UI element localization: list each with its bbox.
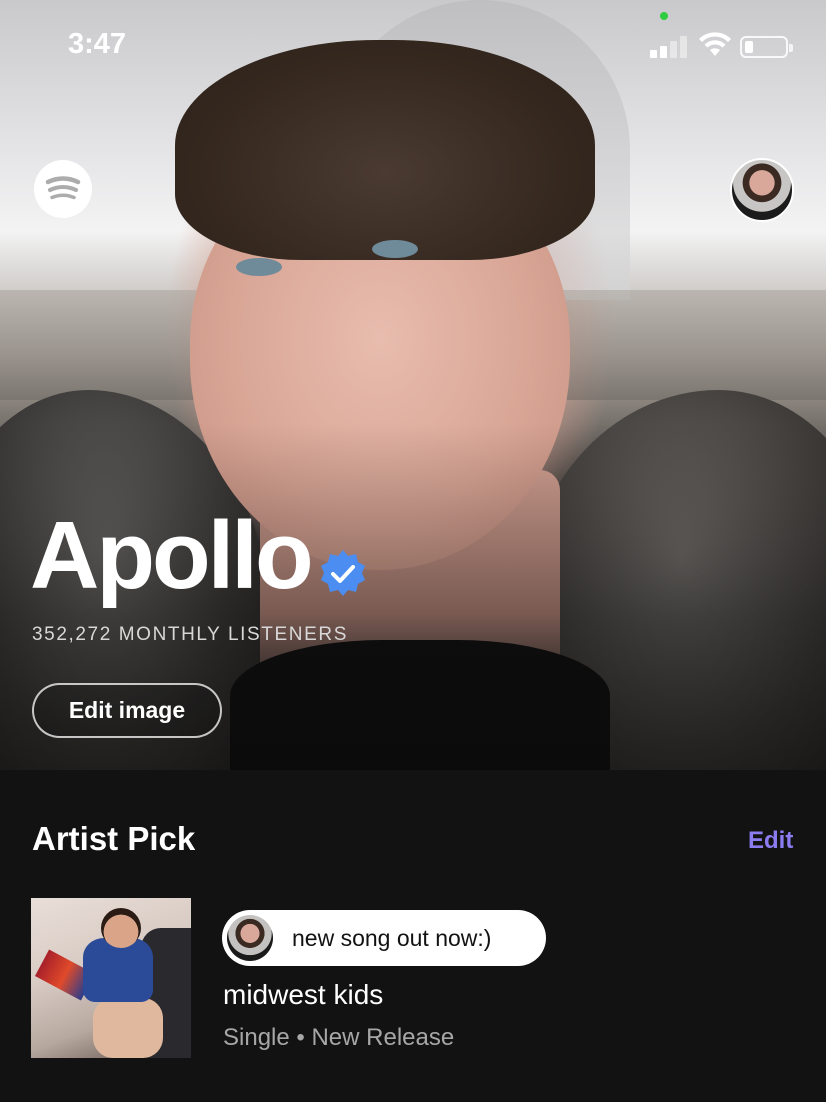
monthly-listeners: 352,272 MONTHLY LISTENERS xyxy=(32,624,348,645)
cover-kid-head xyxy=(101,908,141,948)
artist-header-image xyxy=(0,0,826,770)
spotify-waves-icon xyxy=(45,176,81,200)
spotify-logo-icon[interactable] xyxy=(34,160,92,218)
release-meta: Single • New Release xyxy=(223,1024,455,1051)
battery-icon xyxy=(740,36,793,58)
artist-pick-edit-button[interactable]: Edit xyxy=(748,827,793,855)
cellular-signal-icon xyxy=(650,36,690,58)
artist-name: Apollo xyxy=(30,502,314,609)
comment-text: new song out now:) xyxy=(292,924,492,951)
wifi-icon xyxy=(699,32,731,56)
verified-badge-icon xyxy=(321,550,365,596)
cover-kid-legs xyxy=(93,998,163,1058)
release-cover-art[interactable] xyxy=(31,898,191,1058)
privacy-indicator-dot xyxy=(660,12,668,20)
artist-pick-comment[interactable]: new song out now:) xyxy=(222,910,546,966)
artist-pick-title: Artist Pick xyxy=(32,820,196,857)
hero-gradient-overlay xyxy=(0,0,826,770)
edit-image-button[interactable]: Edit image xyxy=(32,683,222,738)
battery-level xyxy=(745,41,753,53)
release-title[interactable]: midwest kids xyxy=(223,979,383,1011)
profile-avatar[interactable] xyxy=(730,158,794,222)
status-time: 3:47 xyxy=(68,28,127,60)
comment-avatar xyxy=(227,915,273,961)
